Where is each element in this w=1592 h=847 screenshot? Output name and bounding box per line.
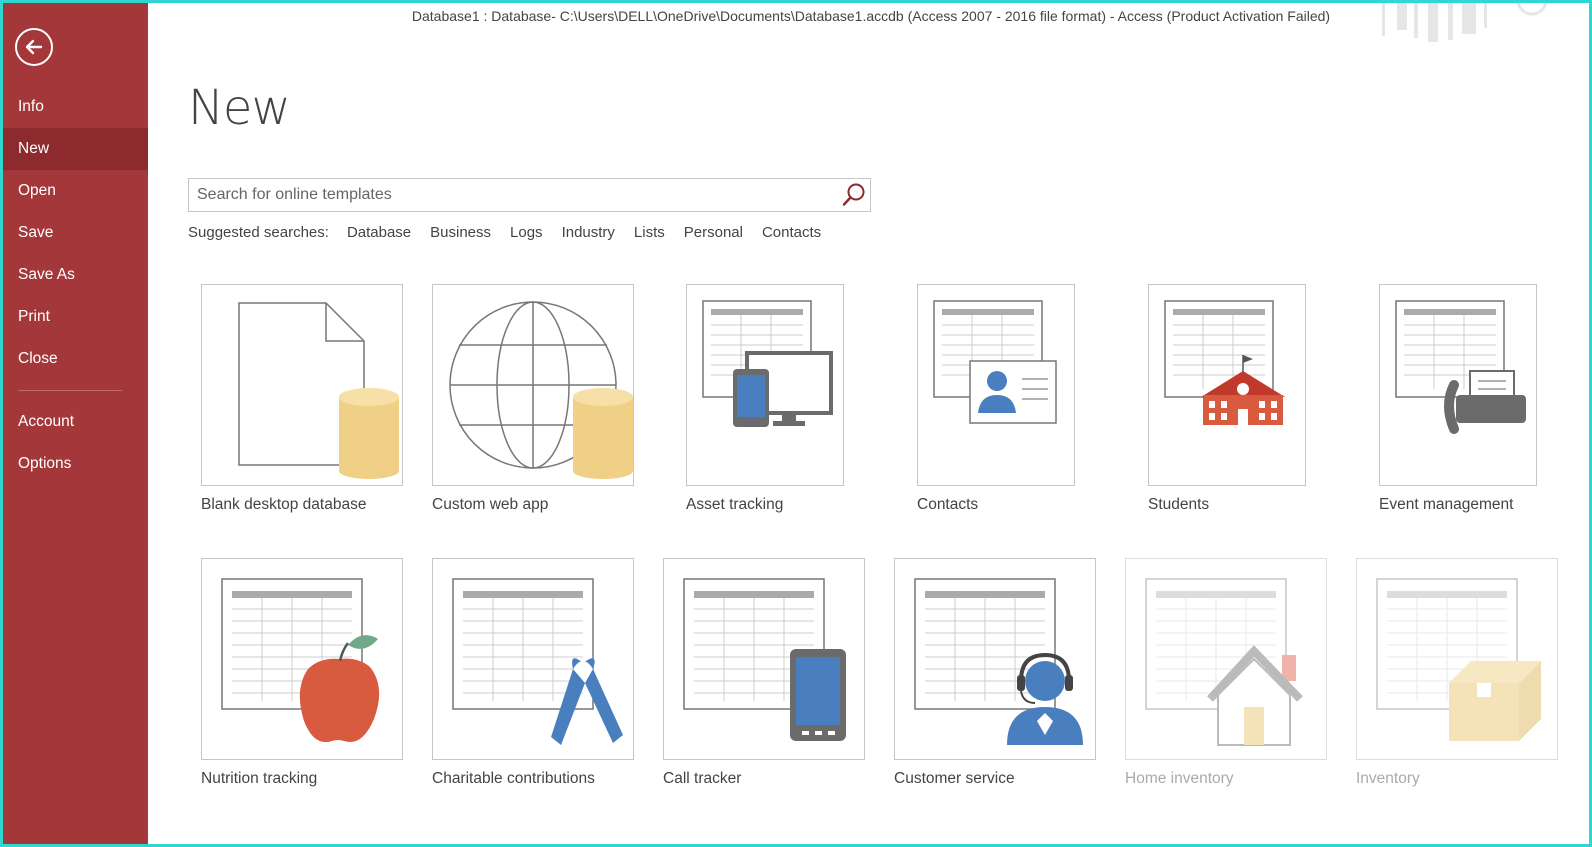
page-title: New xyxy=(188,80,291,136)
nav-close[interactable]: Close xyxy=(0,338,148,380)
suggested-link-logs[interactable]: Logs xyxy=(510,224,543,241)
template-label: Customer service xyxy=(894,770,1015,787)
search-button[interactable] xyxy=(838,179,870,211)
suggested-link-industry[interactable]: Industry xyxy=(562,224,615,241)
suggested-link-business[interactable]: Business xyxy=(430,224,491,241)
asset-tracking-icon xyxy=(702,300,833,427)
ribbon-icon xyxy=(452,578,623,745)
nav-divider xyxy=(18,390,122,391)
phone-icon xyxy=(683,578,846,741)
template-customer-service[interactable]: Customer service xyxy=(894,558,1096,788)
apple-icon xyxy=(221,578,380,743)
suggested-link-personal[interactable]: Personal xyxy=(684,224,743,241)
nav-save-as[interactable]: Save As xyxy=(0,254,148,296)
template-inventory[interactable]: Inventory xyxy=(1356,558,1558,788)
nav-new[interactable]: New xyxy=(0,128,148,170)
search-icon xyxy=(842,183,865,206)
backstage-sidebar: Info New Open Save Save As Print Close A… xyxy=(0,0,148,847)
template-label: Home inventory xyxy=(1125,770,1234,787)
template-label: Inventory xyxy=(1356,770,1420,787)
box-icon xyxy=(1376,578,1541,741)
template-label: Call tracker xyxy=(663,770,742,787)
nav-print[interactable]: Print xyxy=(0,296,148,338)
template-charitable-contributions[interactable]: Charitable contributions xyxy=(432,558,634,788)
web-app-globe-icon xyxy=(449,301,633,479)
template-search-input[interactable] xyxy=(189,179,838,211)
suggested-link-lists[interactable]: Lists xyxy=(634,224,665,241)
template-label: Asset tracking xyxy=(686,496,784,513)
template-contacts[interactable]: Contacts xyxy=(917,284,1075,514)
school-icon xyxy=(1164,300,1285,425)
template-label: Blank desktop database xyxy=(201,496,367,513)
suggested-link-database[interactable]: Database xyxy=(347,224,411,241)
back-arrow-icon xyxy=(25,39,43,55)
suggested-searches: Suggested searches: Database Business Lo… xyxy=(188,224,840,241)
template-asset-tracking[interactable]: Asset tracking xyxy=(686,284,844,514)
nav-save[interactable]: Save xyxy=(0,212,148,254)
template-label: Contacts xyxy=(917,496,979,513)
backstage-nav: Info New Open Save Save As Print Close A… xyxy=(0,86,148,485)
nav-account[interactable]: Account xyxy=(0,401,148,443)
template-label: Event management xyxy=(1379,496,1514,513)
template-blank-desktop-database[interactable]: Blank desktop database xyxy=(201,284,403,514)
template-home-inventory[interactable]: Home inventory xyxy=(1125,558,1327,788)
nav-open[interactable]: Open xyxy=(0,170,148,212)
template-label: Charitable contributions xyxy=(432,770,595,787)
suggested-link-contacts[interactable]: Contacts xyxy=(762,224,821,241)
template-students[interactable]: Students xyxy=(1148,284,1306,514)
template-label: Students xyxy=(1148,496,1210,513)
back-button[interactable] xyxy=(15,28,53,66)
template-event-management[interactable]: Event management xyxy=(1379,284,1537,514)
template-custom-web-app[interactable]: Custom web app xyxy=(432,284,634,514)
template-nutrition-tracking[interactable]: Nutrition tracking xyxy=(201,558,403,788)
template-search-box xyxy=(188,178,871,212)
contact-card-icon xyxy=(933,300,1057,424)
suggested-searches-label: Suggested searches: xyxy=(188,224,329,241)
headset-icon xyxy=(914,578,1083,745)
nav-options[interactable]: Options xyxy=(0,443,148,485)
nav-info[interactable]: Info xyxy=(0,86,148,128)
fax-icon xyxy=(1395,300,1526,434)
template-label: Nutrition tracking xyxy=(201,770,318,787)
blank-database-icon xyxy=(238,302,399,479)
template-call-tracker[interactable]: Call tracker xyxy=(663,558,865,788)
template-label: Custom web app xyxy=(432,496,549,513)
decorative-pattern-icon xyxy=(1382,0,1548,42)
house-icon xyxy=(1145,578,1303,746)
